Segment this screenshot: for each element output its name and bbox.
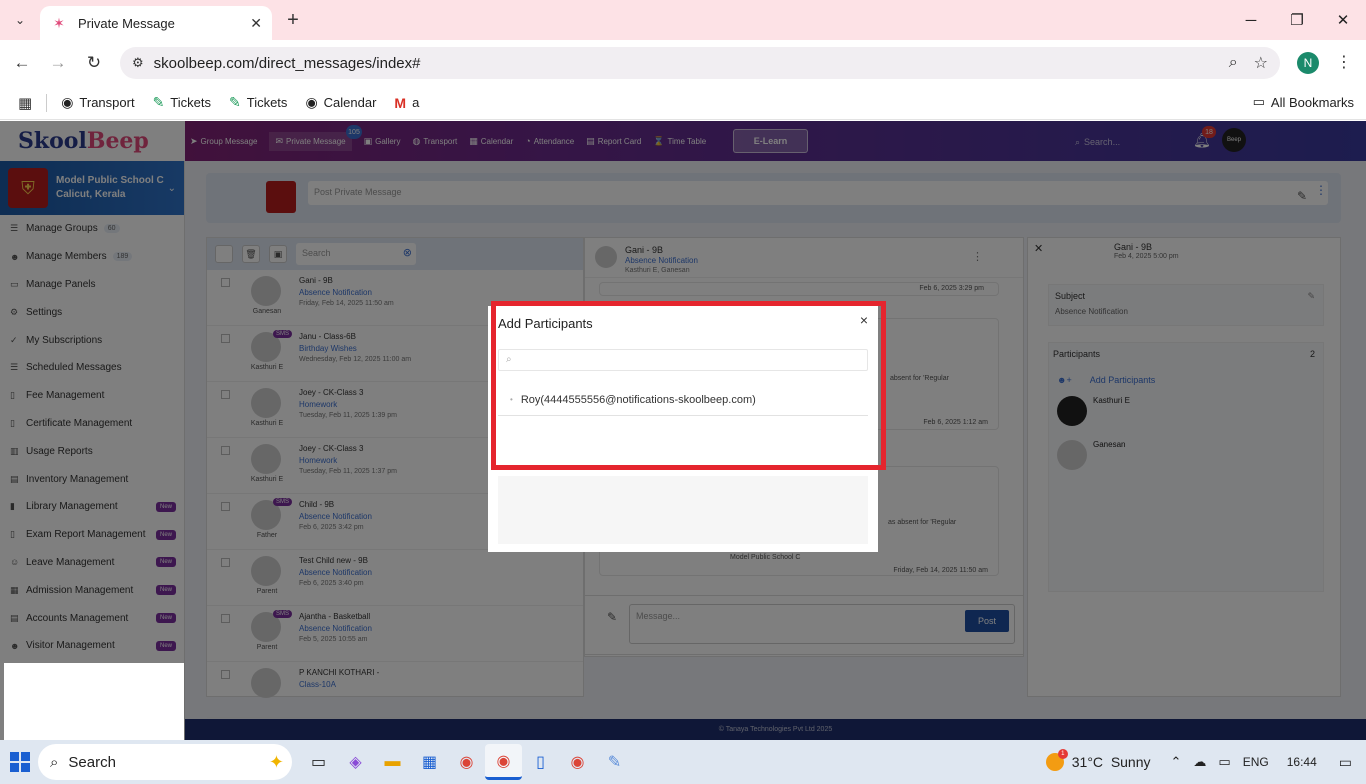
clock[interactable]: 16:44 bbox=[1287, 755, 1317, 769]
weather-text[interactable]: 31°C Sunny bbox=[1072, 754, 1151, 770]
cloud-icon[interactable]: ☁ bbox=[1193, 754, 1206, 770]
participant-search-input[interactable] bbox=[521, 352, 861, 368]
store-icon[interactable]: ▦ bbox=[411, 744, 448, 780]
bookmarks-bar: ▦ ◉ Transport ✎ Tickets ✎ Tickets ◉ Calendar… bbox=[0, 86, 1366, 120]
browser-menu-icon[interactable]: ⋮ bbox=[1336, 52, 1352, 72]
bookmark-tickets-1[interactable]: ✎ Tickets bbox=[153, 94, 211, 111]
gmail-icon: M bbox=[394, 94, 407, 111]
search-icon: ⌕ bbox=[50, 753, 59, 771]
bookmark-calendar[interactable]: ◉ Calendar bbox=[305, 94, 376, 111]
search-icon: ⌕ bbox=[506, 354, 512, 365]
modal-title: Add Participants bbox=[498, 316, 593, 331]
paint-icon[interactable]: ✎ bbox=[596, 744, 633, 780]
apps-grid-icon[interactable]: ▦ bbox=[18, 94, 32, 112]
chrome-active-icon[interactable]: ◉ bbox=[485, 744, 522, 780]
tab-close-icon[interactable]: ✕ bbox=[250, 15, 262, 32]
bookmark-tickets-2[interactable]: ✎ Tickets bbox=[229, 94, 287, 111]
battery-icon[interactable]: ▭ bbox=[1218, 754, 1230, 770]
notification-icon[interactable]: ▭ bbox=[1339, 754, 1352, 771]
back-arrow-icon[interactable]: ← bbox=[11, 52, 33, 74]
all-bookmarks-button[interactable]: ▭ All Bookmarks bbox=[1253, 94, 1354, 110]
weather-sun-icon[interactable]: 1 bbox=[1045, 749, 1068, 771]
close-window-icon[interactable]: ✕ bbox=[1320, 0, 1366, 40]
system-tray: 1 31°C Sunny ⌃ ☁ ▭ ENG 16:44 ▭ bbox=[1045, 740, 1366, 784]
bookmark-label: a bbox=[412, 95, 420, 110]
copilot-icon[interactable]: ◈ bbox=[337, 744, 374, 780]
windows-taskbar: ⌕ Search ✦ ▭ ◈ ▬ ▦ ◉ ◉ ▯ ◉ ✎ 1 31°C Sunn… bbox=[0, 740, 1366, 784]
blank-overlay-block bbox=[4, 663, 184, 748]
site-settings-icon[interactable]: ⚙ bbox=[132, 55, 144, 71]
participant-option-label: Roy(4444555556@notifications-skoolbeep.c… bbox=[520, 393, 756, 406]
omnibox[interactable]: ⚙ skoolbeep.com/direct_messages/index# ⌕… bbox=[120, 47, 1280, 79]
forward-arrow-icon[interactable]: → bbox=[47, 52, 69, 74]
tickets-icon: ✎ bbox=[152, 94, 165, 110]
participant-option[interactable]: • Roy(4444555556@notifications-skoolbeep… bbox=[498, 384, 868, 416]
chrome-icon[interactable]: ◉ bbox=[448, 744, 485, 780]
bookmark-label: Tickets bbox=[246, 95, 288, 110]
address-bar-row: ← → ↻ ⚙ skoolbeep.com/direct_messages/in… bbox=[0, 40, 1366, 86]
windows-start-icon[interactable] bbox=[10, 752, 30, 772]
participant-search-field[interactable]: ⌕ bbox=[498, 349, 868, 371]
bookmark-gmail[interactable]: Ma bbox=[394, 95, 419, 111]
reload-icon[interactable]: ↻ bbox=[83, 52, 105, 74]
new-tab-button[interactable]: + bbox=[282, 9, 304, 31]
weather-badge: 1 bbox=[1057, 749, 1068, 759]
bookmark-label: Calendar bbox=[323, 95, 377, 110]
all-bookmarks-label: All Bookmarks bbox=[1270, 94, 1354, 110]
chevron-up-icon[interactable]: ⌃ bbox=[1171, 754, 1182, 770]
bookmark-transport[interactable]: ◉ Transport bbox=[61, 94, 134, 111]
tab-title: Private Message bbox=[78, 15, 175, 31]
bookmarks-separator bbox=[46, 93, 48, 112]
taskbar-search[interactable]: ⌕ Search ✦ bbox=[38, 744, 292, 780]
globe-icon: ◉ bbox=[61, 94, 74, 110]
bookmark-label: Tickets bbox=[170, 95, 211, 110]
minimize-icon[interactable]: ─ bbox=[1228, 0, 1274, 40]
window-controls: ─ ❐ ✕ bbox=[1228, 0, 1366, 40]
tickets-icon: ✎ bbox=[229, 94, 241, 110]
copilot-sparkle-icon: ✦ bbox=[268, 751, 284, 772]
browser-tab-bar: ⌄ ✶ Private Message ✕ + ─ ❐ ✕ bbox=[0, 0, 1366, 40]
modal-empty-area bbox=[498, 476, 868, 544]
profile-avatar[interactable]: N bbox=[1297, 52, 1319, 74]
task-view-icon[interactable]: ▭ bbox=[300, 744, 337, 780]
notepad-icon[interactable]: ▯ bbox=[522, 744, 559, 780]
taskbar-apps: ▭ ◈ ▬ ▦ ◉ ◉ ▯ ◉ ✎ bbox=[300, 744, 633, 780]
zoom-icon[interactable]: ⌕ bbox=[1229, 54, 1238, 72]
language-indicator[interactable]: ENG bbox=[1243, 755, 1269, 769]
modal-close-button[interactable]: × bbox=[860, 312, 868, 328]
restore-icon[interactable]: ❐ bbox=[1274, 0, 1320, 40]
file-explorer-icon[interactable]: ▬ bbox=[374, 744, 411, 780]
bookmark-star-icon[interactable]: ☆ bbox=[1254, 53, 1268, 73]
folder-icon: ▭ bbox=[1252, 94, 1265, 109]
skoolbeep-favicon-icon: ✶ bbox=[53, 14, 65, 31]
add-participants-modal: Add Participants × ⌕ • Roy(4444555556@no… bbox=[488, 306, 878, 552]
url-text[interactable]: skoolbeep.com/direct_messages/index# bbox=[154, 55, 1213, 72]
tab-search-button[interactable]: ⌄ bbox=[8, 9, 32, 31]
weather-condition: Sunny bbox=[1110, 754, 1151, 770]
chrome-profile-icon[interactable]: ◉ bbox=[559, 744, 596, 780]
temperature: 31°C bbox=[1071, 754, 1104, 770]
browser-tab[interactable]: ✶ Private Message ✕ bbox=[40, 6, 272, 40]
bookmark-label: Transport bbox=[79, 95, 135, 110]
globe-icon: ◉ bbox=[305, 94, 318, 110]
taskbar-search-label: Search bbox=[68, 753, 116, 771]
bullet-icon: • bbox=[510, 395, 513, 404]
